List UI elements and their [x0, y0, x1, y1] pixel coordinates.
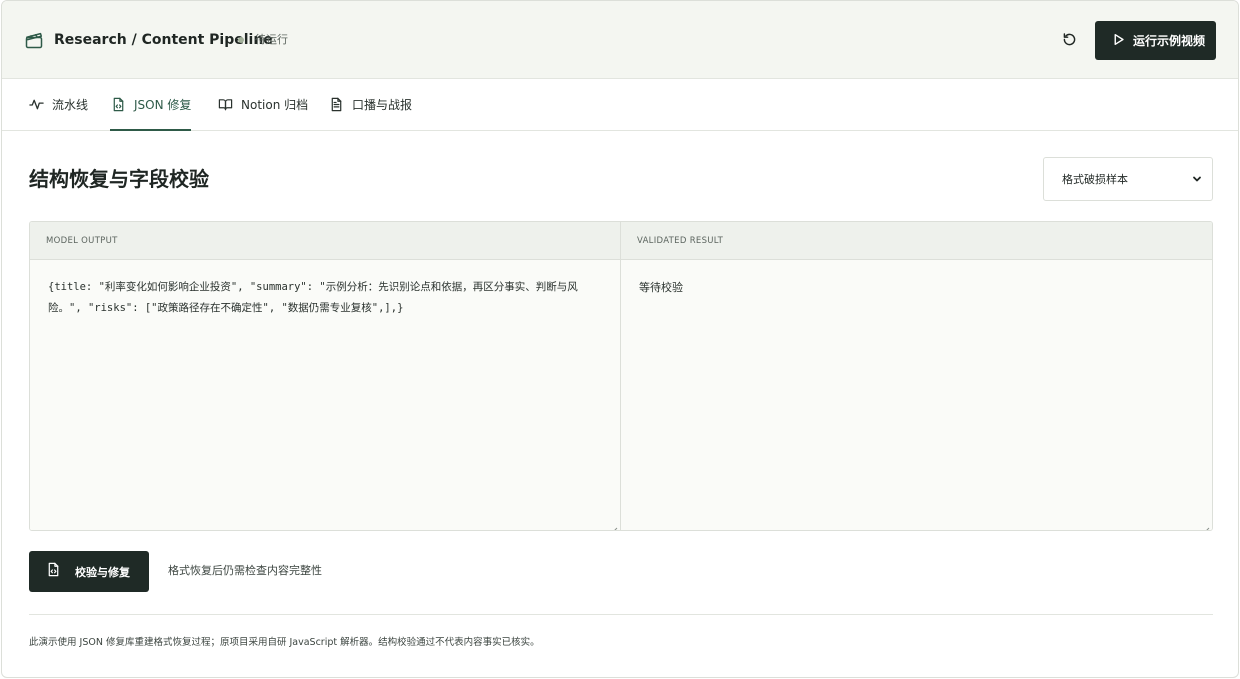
tab-label: JSON 修复	[134, 98, 192, 112]
validated-result-panel: VALIDATED RESULT 等待校验	[621, 222, 1212, 530]
run-sample-video-button[interactable]: 运行示例视频	[1095, 21, 1216, 60]
resize-handle-icon[interactable]	[1202, 520, 1210, 530]
tab-pipeline[interactable]: 流水线	[28, 79, 88, 130]
validate-repair-button[interactable]: 校验与修复	[29, 551, 149, 592]
footnote: 此演示使用 JSON 修复库重建格式恢复过程；原项目采用自研 JavaScrip…	[29, 637, 540, 648]
validated-result-header: VALIDATED RESULT	[621, 222, 1212, 260]
validated-result-textarea[interactable]: 等待校验	[621, 260, 1212, 530]
model-output-header: MODEL OUTPUT	[30, 222, 620, 260]
clapperboard-icon	[24, 30, 44, 50]
top-header: Research / Content Pipeline 待运行 运行示例视频	[2, 1, 1238, 79]
activity-icon	[28, 97, 44, 113]
model-output-content: {title: "利率变化如何影响企业投资", "summary": "示例分析…	[48, 281, 578, 314]
play-icon	[1112, 31, 1125, 50]
tab-voiceover-report[interactable]: 口播与战报	[328, 79, 412, 130]
page-title: 结构恢复与字段校验	[29, 167, 209, 191]
validated-result-content: 等待校验	[639, 281, 683, 294]
chevron-down-icon	[1191, 173, 1203, 188]
refresh-icon	[1061, 31, 1078, 52]
tab-label: 口播与战报	[352, 98, 413, 112]
model-output-textarea[interactable]: {title: "利率变化如何影响企业投资", "summary": "示例分析…	[30, 260, 620, 530]
tab-bar: 流水线 JSON 修复 Notion 归档 口播与战报	[2, 79, 1238, 131]
tab-label: 流水线	[52, 98, 89, 112]
file-code-icon	[46, 562, 61, 581]
validate-button-label: 校验与修复	[75, 565, 130, 579]
reset-button[interactable]	[1056, 28, 1082, 54]
resize-handle-icon[interactable]	[610, 520, 618, 530]
sample-select-value: 格式破损样本	[1062, 173, 1128, 186]
model-output-panel: MODEL OUTPUT {title: "利率变化如何影响企业投资", "su…	[30, 222, 621, 530]
app-window: Research / Content Pipeline 待运行 运行示例视频 流…	[1, 0, 1239, 678]
validate-hint: 格式恢复后仍需检查内容完整性	[168, 564, 322, 577]
file-text-icon	[328, 97, 344, 113]
tab-json-repair[interactable]: JSON 修复	[110, 79, 192, 131]
sample-select[interactable]: 格式破损样本	[1043, 157, 1213, 201]
tab-notion-archive[interactable]: Notion 归档	[217, 79, 308, 130]
status-dot	[238, 37, 244, 43]
editor-panels: MODEL OUTPUT {title: "利率变化如何影响企业投资", "su…	[29, 221, 1213, 531]
file-code-icon	[110, 97, 126, 113]
run-button-label: 运行示例视频	[1133, 34, 1206, 48]
status-badge: 待运行	[255, 33, 288, 46]
book-open-icon	[217, 97, 233, 113]
tab-label: Notion 归档	[241, 98, 309, 112]
divider	[29, 614, 1213, 615]
